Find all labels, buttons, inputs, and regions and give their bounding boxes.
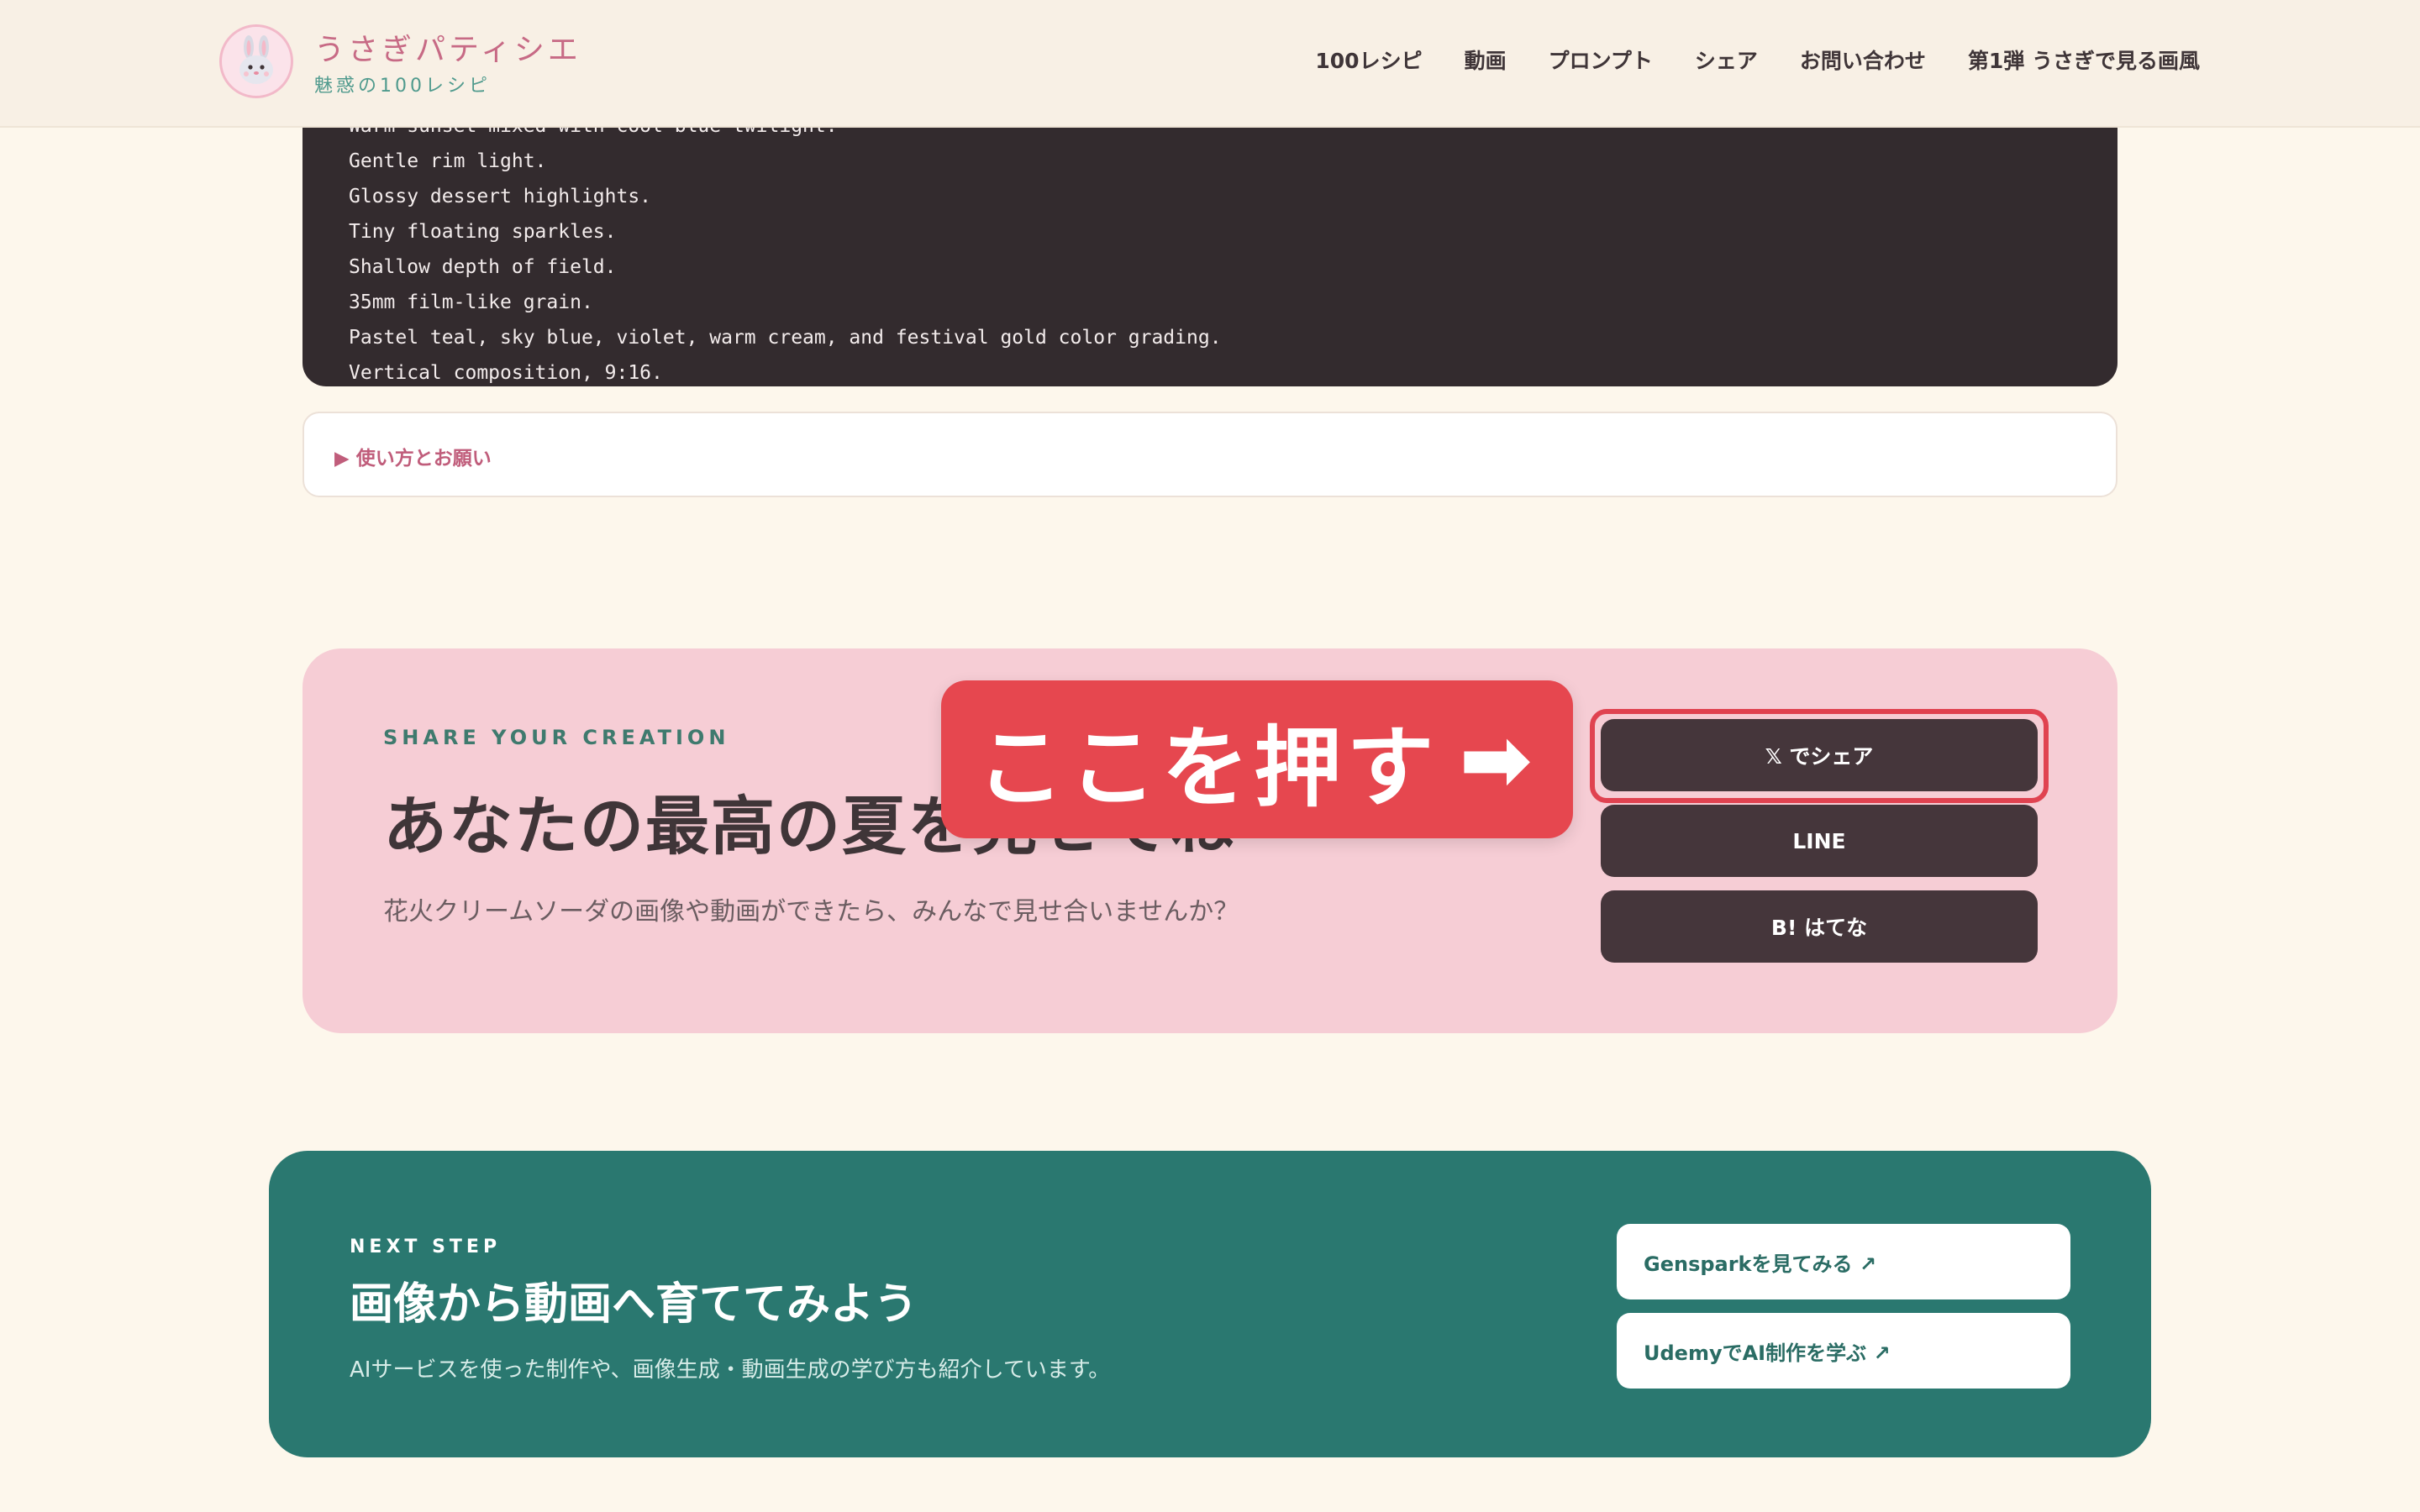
- press-here-callout: ここを押す ➡: [941, 680, 1573, 838]
- rabbit-logo-icon[interactable]: [219, 24, 293, 98]
- next-step-eyebrow: NEXT STEP: [350, 1236, 502, 1257]
- code-line: Shallow depth of field.: [349, 256, 617, 278]
- prompt-code-block: Warm sunset mixed with cool blue twiligh…: [302, 92, 2118, 386]
- usage-details-toggle[interactable]: ▶ 使い方とお願い: [302, 412, 2118, 497]
- brand-subtitle: 魅惑の100レシピ: [314, 76, 491, 97]
- nav-item-recipes[interactable]: 100レシピ: [1315, 45, 1422, 75]
- udemy-link-button[interactable]: UdemyでAI制作を学ぶ ↗: [1617, 1313, 2070, 1389]
- code-line: Tiny floating sparkles.: [349, 221, 617, 243]
- share-line-button[interactable]: LINE: [1601, 805, 2038, 877]
- share-description: 花火クリームソーダの画像や動画ができたら、みんなで見せ合いませんか？: [383, 897, 1239, 927]
- code-line: Pastel teal, sky blue, violet, warm crea…: [349, 327, 1222, 349]
- nav-item-part1-styles[interactable]: 第1弾 うさぎで見る画風: [1968, 45, 2200, 75]
- nav-item-prompts[interactable]: プロンプト: [1549, 45, 1653, 75]
- nav-item-contact[interactable]: お問い合わせ: [1800, 45, 1926, 75]
- share-hatena-button[interactable]: B! はてな: [1601, 890, 2038, 963]
- usage-details-label: ▶ 使い方とお願い: [334, 448, 492, 470]
- share-eyebrow: SHARE YOUR CREATION: [383, 726, 730, 749]
- next-step-section: NEXT STEP 画像から動画へ育ててみよう AIサービスを使った制作や、画像…: [269, 1151, 2151, 1457]
- brand-name[interactable]: うさぎパティシエ: [314, 25, 581, 69]
- code-line: Glossy dessert highlights.: [349, 186, 652, 207]
- share-x-button[interactable]: 𝕏 でシェア: [1601, 719, 2038, 791]
- next-step-description: AIサービスを使った制作や、画像生成・動画生成の学び方も紹介しています。: [350, 1357, 1111, 1383]
- nav-item-share[interactable]: シェア: [1695, 45, 1758, 75]
- callout-text: ここを押す: [976, 716, 1439, 819]
- code-line: Vertical composition, 9:16.: [349, 362, 663, 384]
- main-nav: 100レシピ 動画 プロンプト シェア お問い合わせ 第1弾 うさぎで見る画風: [1315, 45, 2200, 75]
- code-line: 35mm film-like grain.: [349, 291, 593, 313]
- genspark-link-button[interactable]: Gensparkを見てみる ↗: [1617, 1224, 2070, 1299]
- nav-item-videos[interactable]: 動画: [1465, 45, 1507, 75]
- site-header: うさぎパティシエ 魅惑の100レシピ 100レシピ 動画 プロンプト シェア お…: [0, 0, 2420, 128]
- next-step-title: 画像から動画へ育ててみよう: [350, 1279, 918, 1330]
- arrow-right-icon: ➡: [1459, 708, 1538, 811]
- code-line: Gentle rim light.: [349, 150, 547, 172]
